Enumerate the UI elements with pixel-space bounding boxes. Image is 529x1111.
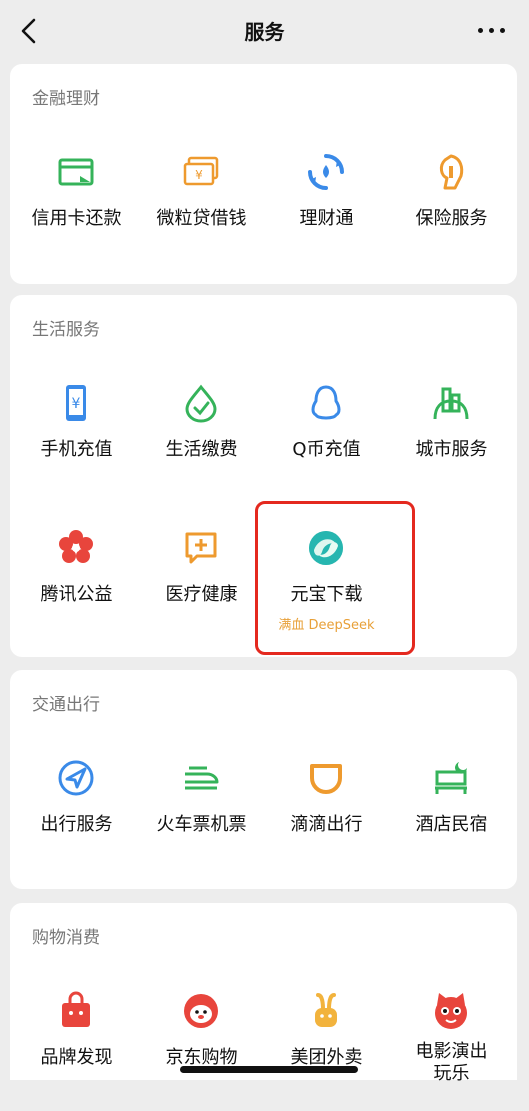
service-travel[interactable]: 出行服务 [14,758,139,878]
service-weilidai[interactable]: ¥ 微粒贷借钱 [139,152,264,272]
jd-dog-icon [184,994,218,1028]
service-label: 出行服务 [40,814,113,835]
service-phone-recharge[interactable]: ¥ 手机充值 [14,383,139,503]
service-hotel[interactable]: 酒店民宿 [389,758,514,878]
section-transportation: 交通出行 出行服务 火车票机票 滴滴出行 酒店民宿 [10,670,517,889]
medical-chat-icon [185,532,217,564]
page-title: 服务 [244,20,285,44]
section-title: 购物消费 [32,928,100,948]
didi-icon [310,764,342,794]
service-credit-card-repay[interactable]: 信用卡还款 [14,152,139,272]
service-label: 信用卡还款 [31,208,122,229]
service-insurance[interactable]: 保险服务 [389,152,514,272]
service-label: 医疗健康 [165,584,238,605]
service-label: 城市服务 [415,439,488,460]
service-meituan-delivery[interactable]: 美团外卖 [264,991,389,1111]
section-title: 金融理财 [32,89,100,109]
service-train-flight[interactable]: 火车票机票 [139,758,264,878]
service-label: 滴滴出行 [290,814,363,835]
svg-text:¥: ¥ [195,168,203,182]
phone-yuan-icon: ¥ [66,385,86,421]
service-label: 理财通 [299,208,354,229]
service-utilities[interactable]: 生活缴费 [139,383,264,503]
top-bar: 服务 [0,0,529,62]
service-label: 微粒贷借钱 [156,208,247,229]
service-label: 电影演出 玩乐 [415,1041,488,1084]
meituan-rabbit-icon [315,993,337,1027]
umbrella-icon [439,154,464,190]
service-label: Q币充值 [292,439,361,460]
hotel-bed-icon [435,762,467,794]
section-title: 生活服务 [32,320,100,340]
service-brand-discovery[interactable]: 品牌发现 [14,991,139,1111]
service-city[interactable]: 城市服务 [389,383,514,503]
train-icon [185,766,219,790]
service-label: 火车票机票 [156,814,247,835]
service-didi[interactable]: 滴滴出行 [264,758,389,878]
section-shopping: 购物消费 品牌发现 京东购物 美团外卖 电影演出 玩乐 [10,903,517,1084]
money-icon: ¥ [183,156,219,186]
service-label: 手机充值 [40,439,113,460]
service-licaitong[interactable]: 理财通 [264,152,389,272]
service-tencent-charity[interactable]: 腾讯公益 [14,528,139,648]
service-movies-shows[interactable]: 电影演出 玩乐 [389,991,514,1111]
navigation-icon [58,760,94,796]
service-jd-shopping[interactable]: 京东购物 [139,991,264,1111]
highlight-box [255,501,415,655]
home-indicator [180,1066,358,1073]
service-label: 酒店民宿 [415,814,488,835]
service-label: 腾讯公益 [40,584,113,605]
droplet-check-icon [185,384,217,423]
more-options-icon[interactable] [477,20,507,40]
service-label: 保险服务 [415,208,488,229]
cat-icon [435,993,467,1029]
refresh-droplet-icon [308,154,344,190]
svg-text:¥: ¥ [72,396,81,412]
shopping-bag-icon [62,991,90,1027]
service-label: 生活缴费 [165,439,238,460]
flower-icon [59,530,93,563]
service-label: 品牌发现 [40,1047,113,1068]
section-title: 交通出行 [32,695,100,715]
service-medical[interactable]: 医疗健康 [139,528,264,648]
section-finance: 金融理财 信用卡还款 ¥ 微粒贷借钱 理财通 保险服务 [10,64,517,284]
card-icon [58,158,94,186]
service-qcoin[interactable]: Q币充值 [264,383,389,503]
penguin-icon [311,385,341,420]
city-icon [433,387,469,420]
